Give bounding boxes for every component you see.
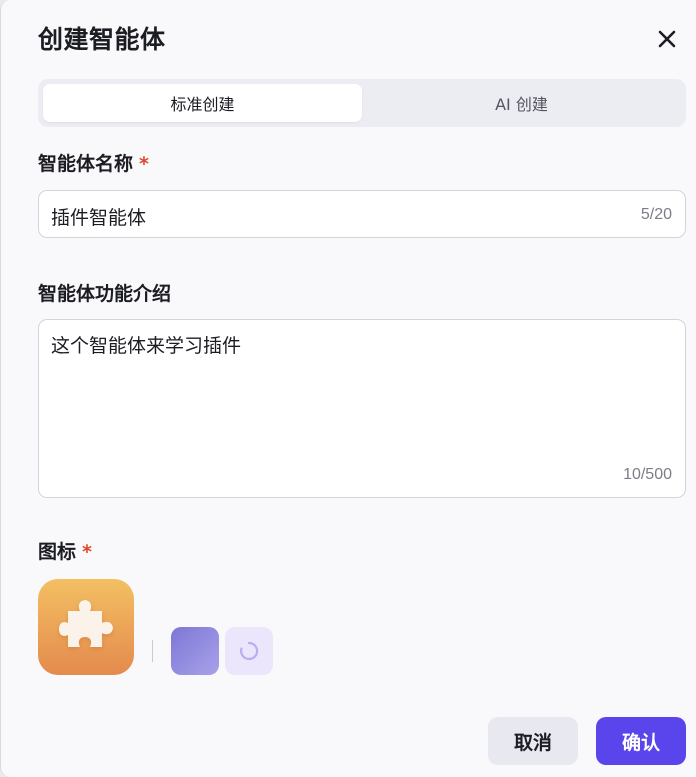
create-agent-dialog: 创建智能体 标准创建 AI 创建 智能体名称 * 插件智能体 5/20 智能体功能… [0, 0, 696, 777]
close-button[interactable] [652, 24, 682, 54]
agent-description-char-counter: 10/500 [623, 466, 672, 483]
agent-name-char-counter: 5/20 [640, 206, 672, 223]
icon-options-divider [152, 640, 153, 662]
dialog-title: 创建智能体 [38, 25, 166, 54]
cancel-button[interactable]: 取消 [488, 717, 578, 765]
tab-ai-create[interactable]: AI 创建 [362, 84, 681, 122]
loading-spinner-icon [240, 641, 259, 661]
agent-description-label: 智能体功能介绍 [38, 283, 172, 305]
puzzle-piece-icon [59, 600, 113, 647]
close-icon [658, 30, 676, 48]
tab-standard-create[interactable]: 标准创建 [43, 84, 362, 122]
generate-icon-button[interactable] [225, 627, 273, 675]
required-mark: * [82, 541, 92, 563]
selected-agent-icon[interactable] [38, 579, 134, 675]
agent-description-value: 这个智能体来学习插件 [51, 335, 242, 357]
purple-gradient-swatch[interactable] [171, 627, 219, 675]
agent-name-label: 智能体名称 * [38, 149, 149, 176]
icon-label-text: 图标 [38, 541, 77, 563]
agent-name-input[interactable]: 插件智能体 5/20 [38, 190, 686, 238]
confirm-button[interactable]: 确认 [596, 717, 686, 765]
agent-name-label-text: 智能体名称 [38, 153, 134, 175]
create-mode-tabs: 标准创建 AI 创建 [38, 79, 686, 127]
agent-name-value: 插件智能体 [51, 207, 147, 229]
agent-description-textarea[interactable]: 这个智能体来学习插件 10/500 [38, 319, 686, 498]
required-mark: * [139, 153, 149, 175]
icon-label: 图标 * [38, 537, 92, 564]
